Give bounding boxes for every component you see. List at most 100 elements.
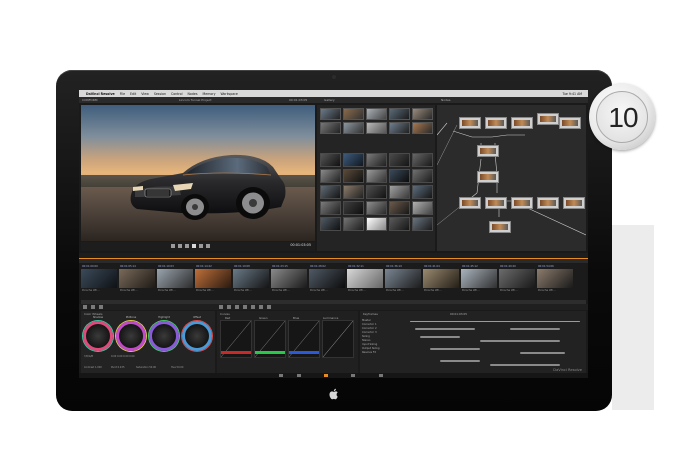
color-page-icon[interactable]: [324, 374, 328, 377]
sizing-tool-icon[interactable]: [267, 305, 271, 309]
kf-row[interactable]: Resolve FX: [362, 351, 402, 355]
still-thumbnail[interactable]: [366, 108, 387, 120]
still-thumbnail[interactable]: [320, 108, 341, 120]
node-8[interactable]: [459, 197, 481, 209]
still-thumbnail[interactable]: [412, 169, 433, 183]
timeline-clip[interactable]: 00:01:00:00 Porsche Wh...: [81, 264, 117, 300]
gallery-page-icon[interactable]: [351, 374, 355, 377]
keyframe-bar[interactable]: [440, 360, 480, 362]
still-thumbnail[interactable]: [389, 169, 410, 183]
menu-item-edit[interactable]: Edit: [130, 92, 136, 96]
saturation-value[interactable]: Saturation 50.00: [136, 366, 156, 369]
node-3[interactable]: [485, 117, 507, 129]
timeline-clip[interactable]: 00:01:41:04 Porsche Wh...: [423, 264, 459, 300]
still-thumbnail[interactable]: [412, 201, 433, 215]
contrast-value[interactable]: Contrast 1.000: [84, 366, 102, 369]
rgb-mixer-tool-icon[interactable]: [99, 305, 103, 309]
keyframe-bar[interactable]: [420, 336, 460, 338]
node-12[interactable]: [563, 197, 585, 209]
highlight-color-wheel[interactable]: [149, 321, 179, 351]
timeline-clip[interactable]: 00:01:28:02 Porsche Wh...: [309, 264, 345, 300]
menu-item-file[interactable]: File: [120, 92, 125, 96]
tracker-tool-icon[interactable]: [243, 305, 247, 309]
menu-app-name[interactable]: DaVinci Resolve: [86, 92, 115, 96]
still-thumbnail[interactable]: [389, 122, 410, 134]
timeline-ruler[interactable]: [79, 258, 588, 263]
still-thumbnail[interactable]: [320, 122, 341, 134]
blur-tool-icon[interactable]: [251, 305, 255, 309]
still-thumbnail[interactable]: [343, 108, 364, 120]
still-thumbnail[interactable]: [343, 201, 364, 215]
red-curve[interactable]: [220, 320, 252, 358]
midtone-color-wheel[interactable]: [116, 321, 146, 351]
curves-tool-icon[interactable]: [219, 305, 223, 309]
hue-value[interactable]: Hue 50.00: [171, 366, 183, 369]
luminance-curve[interactable]: [322, 320, 354, 358]
still-thumbnail[interactable]: [366, 201, 387, 215]
viewer-image[interactable]: [81, 105, 315, 241]
still-thumbnail[interactable]: [366, 185, 387, 199]
window-tool-icon[interactable]: [235, 305, 239, 309]
timeline-clip[interactable]: 00:01:23:15 Porsche Wh...: [271, 264, 307, 300]
still-thumbnail[interactable]: [412, 122, 433, 134]
deliver-page-icon[interactable]: [379, 374, 383, 377]
keyframe-bar[interactable]: [415, 328, 475, 330]
node-9[interactable]: [485, 197, 507, 209]
jump-end-icon[interactable]: [199, 244, 203, 248]
stop-icon[interactable]: [185, 244, 189, 248]
play-icon[interactable]: [192, 244, 196, 248]
still-thumbnail[interactable]: [389, 153, 410, 167]
nodes-label[interactable]: Nodes: [441, 98, 450, 102]
timeline-clip[interactable]: 00:01:36:19 Porsche Wh...: [385, 264, 421, 300]
gallery-label[interactable]: Gallery: [324, 98, 335, 102]
still-thumbnail[interactable]: [343, 153, 364, 167]
still-thumbnail[interactable]: [320, 153, 341, 167]
still-thumbnail[interactable]: [389, 201, 410, 215]
color-wheels-tool-icon[interactable]: [83, 305, 87, 309]
still-thumbnail[interactable]: [389, 108, 410, 120]
blue-curve[interactable]: [288, 320, 320, 358]
timeline-clip[interactable]: 00:01:10:03 Porsche Wh...: [157, 264, 193, 300]
still-thumbnail[interactable]: [412, 185, 433, 199]
node-6[interactable]: [477, 145, 499, 157]
menu-item-view[interactable]: View: [141, 92, 149, 96]
still-thumbnail[interactable]: [320, 185, 341, 199]
edit-page-icon[interactable]: [297, 374, 301, 377]
menu-item-memory[interactable]: Memory: [203, 92, 216, 96]
keyframe-bar[interactable]: [510, 328, 560, 330]
still-thumbnail[interactable]: [320, 201, 341, 215]
keyframe-bar[interactable]: [430, 348, 480, 350]
still-thumbnail[interactable]: [320, 169, 341, 183]
menu-item-nodes[interactable]: Nodes: [188, 92, 198, 96]
still-thumbnail[interactable]: [320, 217, 341, 231]
timeline-clip[interactable]: 00:01:32:11 Porsche Wh...: [347, 264, 383, 300]
node-7[interactable]: [477, 171, 499, 183]
node-1[interactable]: [537, 113, 559, 125]
node-11[interactable]: [537, 197, 559, 209]
node-2[interactable]: [459, 117, 481, 129]
still-thumbnail[interactable]: [389, 185, 410, 199]
still-thumbnail[interactable]: [366, 217, 387, 231]
still-thumbnail[interactable]: [343, 217, 364, 231]
timeline-clip[interactable]: 00:01:19:08 Porsche Wh...: [233, 264, 269, 300]
still-thumbnail[interactable]: [343, 185, 364, 199]
key-tool-icon[interactable]: [259, 305, 263, 309]
node-10[interactable]: [511, 197, 533, 209]
shadow-color-wheel[interactable]: [83, 321, 113, 351]
still-thumbnail[interactable]: [412, 108, 433, 120]
still-thumbnail[interactable]: [412, 217, 433, 231]
node-5[interactable]: [559, 117, 581, 129]
green-curve[interactable]: [254, 320, 286, 358]
node-13[interactable]: [489, 221, 511, 233]
offset-color-wheel[interactable]: [182, 321, 212, 351]
media-page-icon[interactable]: [279, 374, 283, 377]
still-thumbnail[interactable]: [343, 122, 364, 134]
still-thumbnail[interactable]: [366, 169, 387, 183]
still-thumbnail[interactable]: [343, 169, 364, 183]
still-thumbnail[interactable]: [366, 153, 387, 167]
menu-item-session[interactable]: Session: [154, 92, 166, 96]
timeline-clip[interactable]: 00:01:05:14 Porsche Wh...: [119, 264, 155, 300]
timeline-clip[interactable]: 00:01:45:12 Porsche Wh...: [461, 264, 497, 300]
reverse-icon[interactable]: [178, 244, 182, 248]
menu-item-workspace[interactable]: Workspace: [220, 92, 237, 96]
